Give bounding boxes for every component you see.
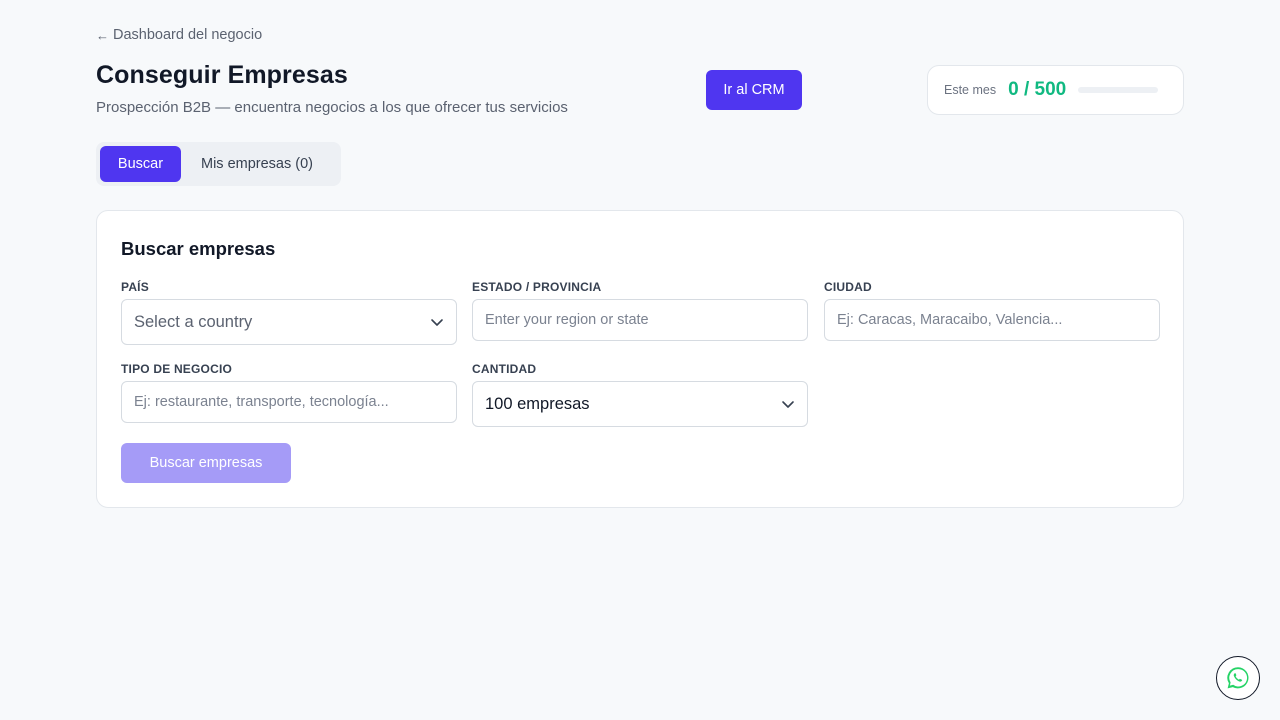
page-title: Conseguir Empresas [96,61,348,89]
search-card-title: Buscar empresas [121,238,276,259]
arrow-left-icon: ← [96,27,109,43]
back-link-label: Dashboard del negocio [113,27,263,43]
business-type-field [121,381,457,423]
chevron-down-icon [431,319,443,326]
usage-card: Este mes 0 / 500 [927,65,1184,115]
region-input[interactable] [485,312,795,328]
usage-value: 0 / 500 [1008,79,1067,100]
city-input[interactable] [837,312,1147,328]
tab-bar: Buscar Mis empresas (0) [96,142,341,186]
business-type-label: TIPO DE NEGOCIO [121,362,233,376]
whatsapp-icon [1227,667,1249,689]
city-label: CIUDAD [824,280,872,294]
country-label: PAÍS [121,280,149,294]
city-field [824,299,1160,341]
page-subtitle: Prospección B2B — encuentra negocios a l… [96,99,568,116]
country-select[interactable]: Select a country [121,299,457,345]
business-type-input[interactable] [134,394,444,410]
page: ← Dashboard del negocio Conseguir Empres… [0,0,1280,720]
quantity-label: CANTIDAD [472,362,537,376]
usage-progress-bar [1078,87,1159,93]
whatsapp-button[interactable] [1216,656,1260,700]
quantity-select[interactable]: 100 empresas [472,381,808,427]
tab-buscar[interactable]: Buscar [100,146,181,182]
country-select-value: Select a country [134,312,253,331]
chevron-down-icon [782,401,794,408]
region-field [472,299,808,341]
usage-label: Este mes [944,83,997,97]
quantity-select-value: 100 empresas [485,394,590,413]
region-label: ESTADO / PROVINCIA [472,280,602,294]
search-card: Buscar empresas PAÍS Select a country ES… [96,210,1184,508]
crm-button[interactable]: Ir al CRM [706,70,802,110]
back-link[interactable]: ← Dashboard del negocio [96,27,262,43]
tab-mis-empresas[interactable]: Mis empresas (0) [181,146,333,182]
search-submit-button[interactable]: Buscar empresas [121,443,291,483]
